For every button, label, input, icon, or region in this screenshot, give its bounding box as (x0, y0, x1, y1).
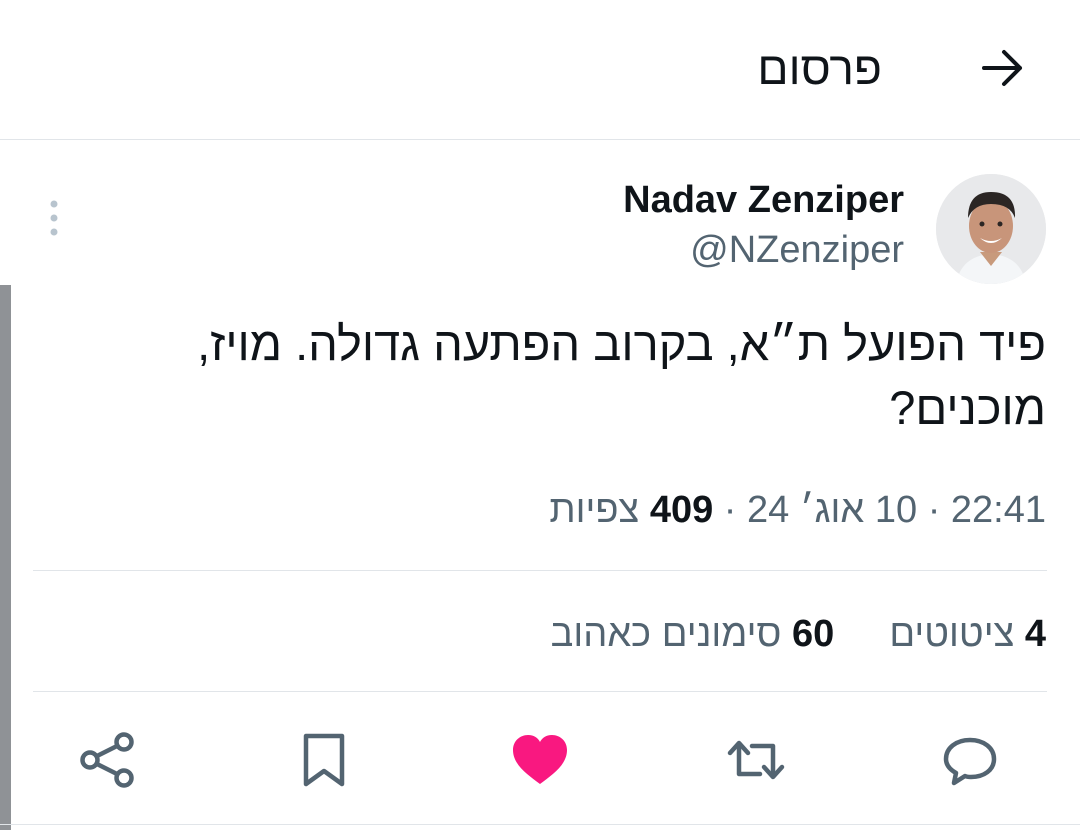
reply-icon[interactable] (940, 730, 1000, 790)
divider (33, 691, 1047, 692)
author-name[interactable]: Nadav Zenziper (623, 176, 904, 224)
scroll-indicator (0, 285, 11, 830)
divider (0, 824, 1080, 825)
top-bar: פרסום (0, 0, 1080, 140)
quotes-stat[interactable]: 4 ציטוטים (879, 613, 1046, 655)
views-count: 409 (649, 489, 714, 531)
tweet-text: פיד הפועל ת״א, בקרוב הפתעה גדולה. מויז, … (197, 317, 1046, 434)
tweet-meta: 22:41 · 10 אוג׳ 24 · 409 צפיות (549, 486, 1046, 534)
views-label: צפיות (549, 489, 640, 531)
likes-stat[interactable]: 60 סימונים כאהוב (551, 613, 835, 655)
likes-count: 60 (791, 613, 835, 655)
share-icon[interactable] (78, 730, 138, 790)
engagement-stats: 4 ציטוטים 60 סימונים כאהוב (551, 610, 1046, 658)
quotes-label: ציטוטים (889, 613, 1015, 655)
divider (33, 570, 1047, 571)
author-handle[interactable]: @NZenziper (690, 226, 904, 274)
page-title: פרסום (757, 42, 882, 94)
retweet-icon[interactable] (726, 730, 786, 790)
quotes-count: 4 (1024, 613, 1046, 655)
tweet-detail-page: פרסום Nadav Zenziper @NZenziper פיד הפוע… (0, 0, 1080, 830)
avatar-image (936, 174, 1046, 284)
arrow-right-icon[interactable] (978, 44, 1026, 92)
likes-label: סימונים כאהוב (550, 613, 782, 655)
bookmark-icon[interactable] (294, 730, 354, 790)
meta-separator: · (927, 489, 941, 531)
avatar[interactable] (936, 174, 1046, 284)
heart-icon[interactable] (510, 730, 570, 790)
tweet-time[interactable]: 22:41 (951, 489, 1046, 531)
meta-separator: · (723, 489, 737, 531)
more-options-icon[interactable] (38, 196, 70, 240)
tweet-date[interactable]: 10 אוג׳ 24 (747, 489, 917, 531)
